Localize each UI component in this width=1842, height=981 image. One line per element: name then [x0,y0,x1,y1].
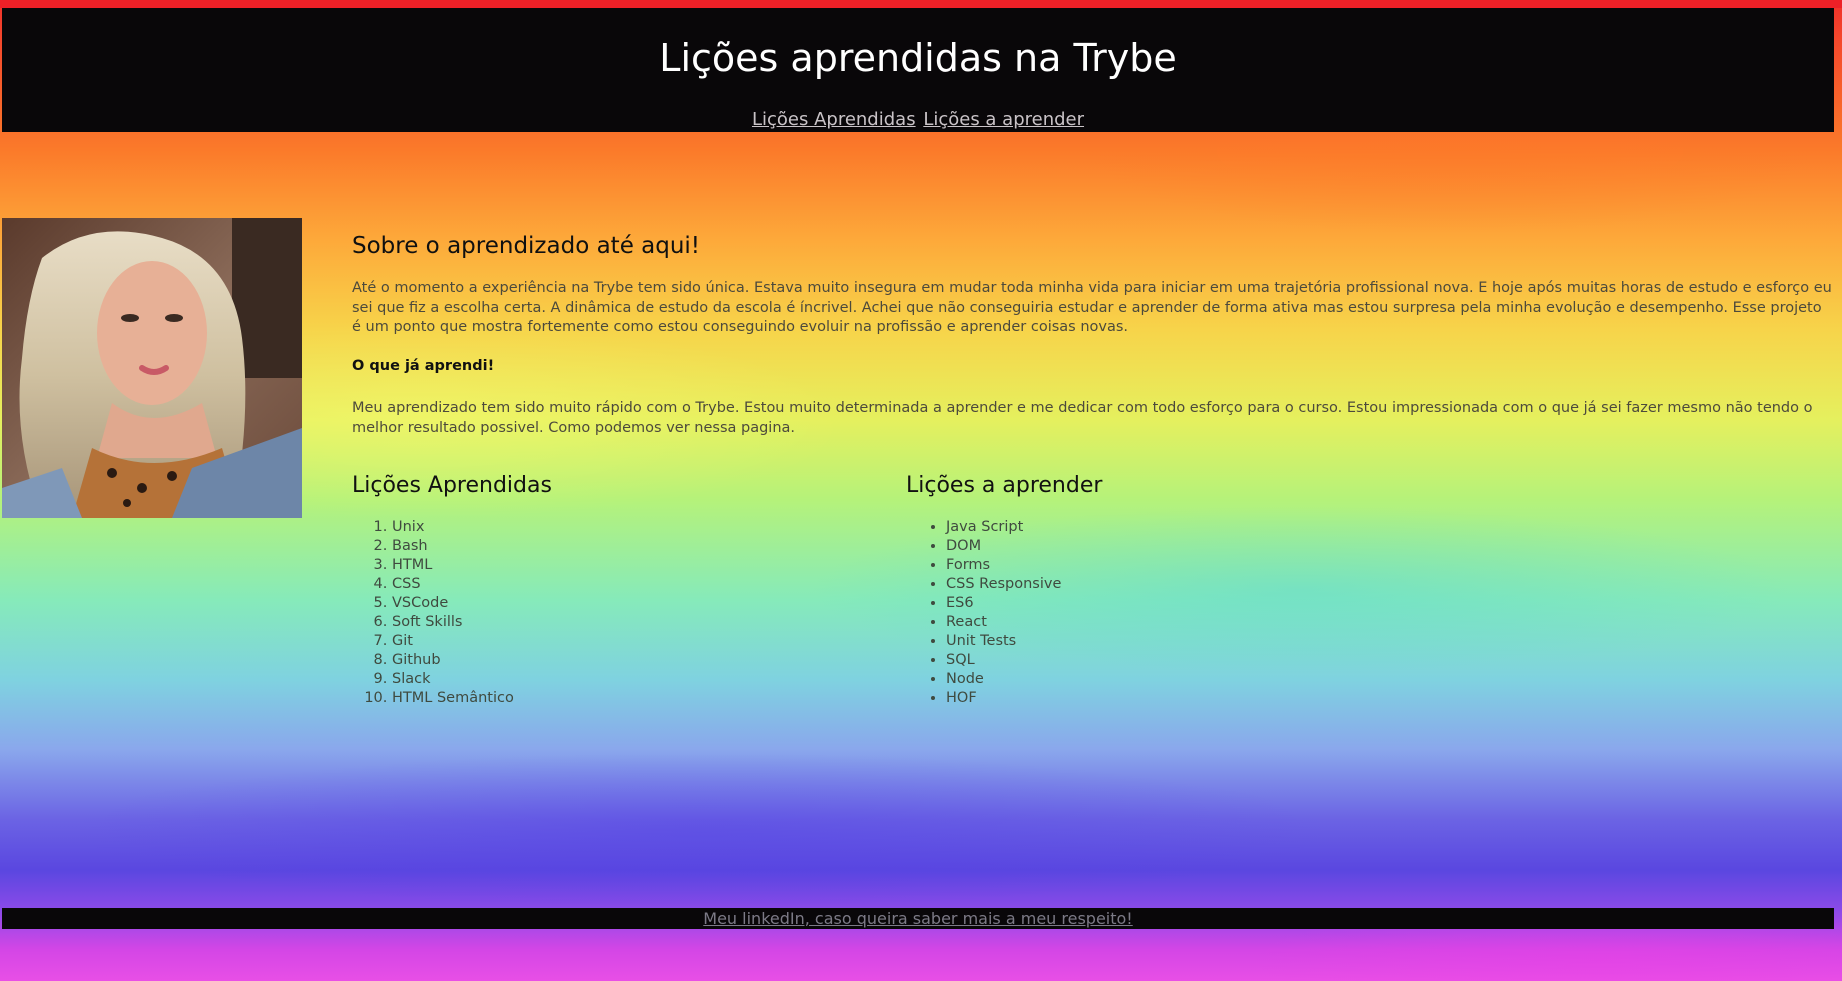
list-item: HTML Semântico [392,689,552,708]
list-item: Soft Skills [392,613,552,632]
list-item: DOM [946,537,1102,556]
list-item: HOF [946,689,1102,708]
list-item: React [946,613,1102,632]
main-nav: Lições Aprendidas Lições a aprender [2,108,1834,132]
list-item: Bash [392,537,552,556]
list-item: HTML [392,556,552,575]
site-footer: Meu linkedIn, caso queira saber mais a m… [2,908,1834,929]
list-item: Git [392,632,552,651]
to-learn-list: Java Script DOM Forms CSS Responsive ES6… [906,518,1102,708]
learned-section: Lições Aprendidas Unix Bash HTML CSS VSC… [352,470,552,708]
nav-link-to-learn[interactable]: Lições a aprender [923,109,1084,130]
list-item: ES6 [946,594,1102,613]
learned-section-title: Lições Aprendidas [352,473,552,498]
about-paragraph-2: Meu aprendizado tem sido muito rápido co… [352,400,1813,436]
list-item: Unix [392,518,552,537]
profile-photo [2,218,302,518]
site-header: Lições aprendidas na Trybe Lições Aprend… [2,8,1834,132]
list-item: Github [392,651,552,670]
about-title: Sobre o aprendizado até aqui! [352,233,701,259]
list-item: Unit Tests [946,632,1102,651]
about-paragraph-1: Até o momento a experiência na Trybe tem… [352,280,1832,335]
list-item: Slack [392,670,552,689]
main-content: Sobre o aprendizado até aqui! Até o mome… [352,230,1832,706]
to-learn-section-title: Lições a aprender [906,473,1103,498]
to-learn-section: Lições a aprender Java Script DOM Forms … [906,470,1102,708]
list-item: CSS Responsive [946,575,1102,594]
top-accent-bar [0,0,1842,8]
list-item: Forms [946,556,1102,575]
page-title: Lições aprendidas na Trybe [659,36,1177,80]
nav-link-learned[interactable]: Lições Aprendidas [752,109,916,130]
linkedin-link[interactable]: Meu linkedIn, caso queira saber mais a m… [703,909,1132,928]
learned-list: Unix Bash HTML CSS VSCode Soft Skills Gi… [352,518,552,708]
list-item: VSCode [392,594,552,613]
list-item: SQL [946,651,1102,670]
list-item: CSS [392,575,552,594]
list-item: Java Script [946,518,1102,537]
list-item: Node [946,670,1102,689]
learned-heading: O que já aprendi! [352,358,495,374]
